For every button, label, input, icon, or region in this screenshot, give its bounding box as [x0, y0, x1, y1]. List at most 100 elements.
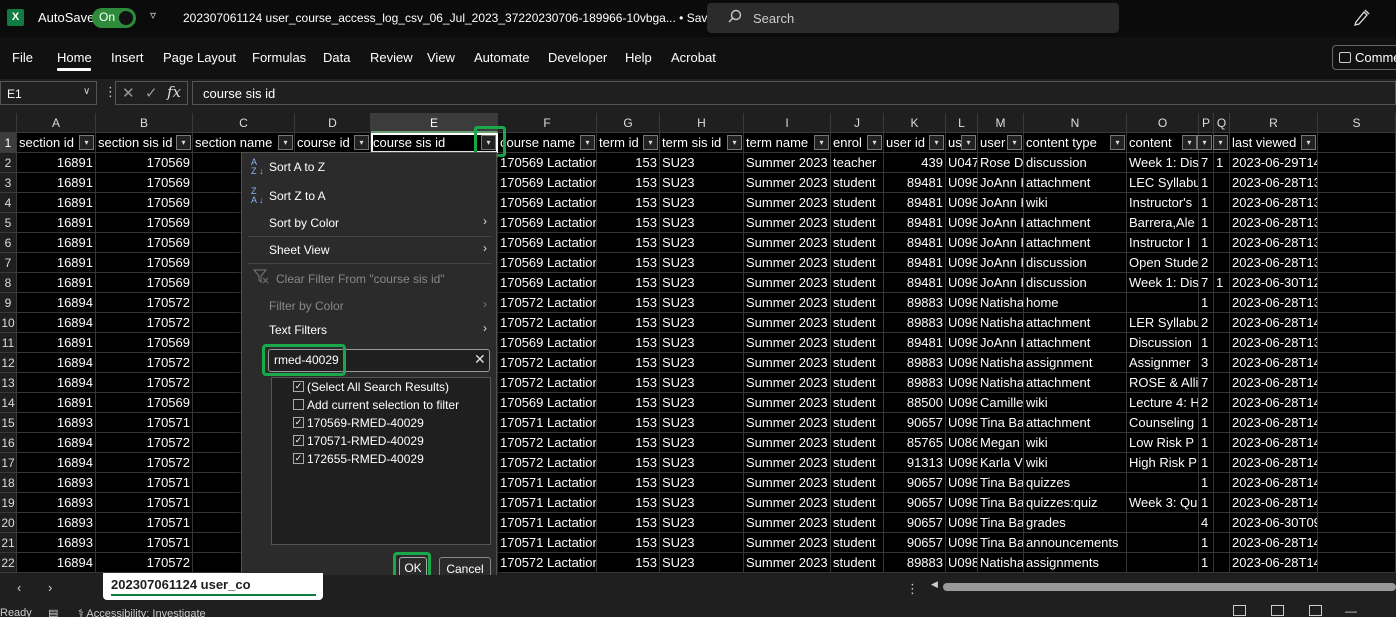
- table-cell[interactable]: 170572 Lactation: [498, 433, 597, 453]
- table-cell[interactable]: 2023-06-28T13:55:00-07:00: [1230, 253, 1318, 273]
- table-cell[interactable]: 2023-06-28T14:12:45-07:00: [1230, 553, 1318, 573]
- table-cell[interactable]: U086: [946, 433, 978, 453]
- table-cell[interactable]: 153: [597, 173, 660, 193]
- table-cell[interactable]: Summer 2023: [744, 213, 831, 233]
- row-header[interactable]: 10: [0, 313, 17, 333]
- sheet-tab-label[interactable]: 202307061124 user_co: [111, 577, 251, 592]
- table-cell[interactable]: quizzes: [1024, 473, 1127, 493]
- table-cell[interactable]: Rose De: [978, 153, 1024, 173]
- table-cell[interactable]: 170571: [96, 473, 193, 493]
- close-icon[interactable]: ✕: [474, 351, 486, 368]
- checkbox[interactable]: ✓: [293, 435, 304, 446]
- filter-dropdown-button[interactable]: ▾: [929, 135, 944, 150]
- table-cell[interactable]: 153: [597, 513, 660, 533]
- table-cell[interactable]: [1318, 473, 1396, 493]
- table-cell[interactable]: [1318, 453, 1396, 473]
- table-cell[interactable]: 2023-06-28T13:54:54-07:00: [1230, 213, 1318, 233]
- table-cell[interactable]: SU23: [660, 313, 744, 333]
- table-cell[interactable]: SU23: [660, 213, 744, 233]
- table-cell[interactable]: U098: [946, 373, 978, 393]
- table-cell[interactable]: U047: [946, 153, 978, 173]
- table-cell[interactable]: 170569 Lactation: [498, 153, 597, 173]
- filter-dropdown-button[interactable]: ▾: [1301, 135, 1316, 150]
- table-cell[interactable]: Summer 2023: [744, 373, 831, 393]
- row-header[interactable]: 13: [0, 373, 17, 393]
- table-cell[interactable]: SU23: [660, 253, 744, 273]
- table-cell[interactable]: [1214, 373, 1230, 393]
- table-cell[interactable]: 170572: [96, 353, 193, 373]
- row-header[interactable]: 9: [0, 293, 17, 313]
- table-cell[interactable]: student: [831, 313, 884, 333]
- scroll-left-icon[interactable]: ◀: [931, 579, 938, 590]
- row-header[interactable]: 4: [0, 193, 17, 213]
- table-cell[interactable]: U098: [946, 193, 978, 213]
- table-cell[interactable]: Summer 2023: [744, 453, 831, 473]
- table-cell[interactable]: SU23: [660, 173, 744, 193]
- table-cell[interactable]: 16894: [17, 313, 96, 333]
- table-cell[interactable]: student: [831, 553, 884, 573]
- table-cell[interactable]: student: [831, 433, 884, 453]
- column-header-a[interactable]: A: [17, 113, 96, 133]
- table-cell[interactable]: 2: [1199, 313, 1214, 333]
- table-cell[interactable]: assignment: [1024, 353, 1127, 373]
- table-cell[interactable]: Natisha: [978, 353, 1024, 373]
- table-cell[interactable]: Summer 2023: [744, 233, 831, 253]
- table-cell[interactable]: 1: [1214, 273, 1230, 293]
- column-header-f[interactable]: F: [498, 113, 597, 133]
- table-cell[interactable]: Natisha: [978, 373, 1024, 393]
- table-cell[interactable]: 16891: [17, 253, 96, 273]
- table-cell[interactable]: SU23: [660, 553, 744, 573]
- table-cell[interactable]: attachment: [1024, 333, 1127, 353]
- table-cell[interactable]: 2023-06-28T13:57:09-07:00: [1230, 293, 1318, 313]
- table-cell[interactable]: [1318, 353, 1396, 373]
- table-cell[interactable]: [1318, 293, 1396, 313]
- table-cell[interactable]: Open Stude: [1127, 253, 1199, 273]
- table-cell[interactable]: [1318, 333, 1396, 353]
- column-header-g[interactable]: G: [597, 113, 660, 133]
- row-header[interactable]: 14: [0, 393, 17, 413]
- table-cell[interactable]: 89481: [884, 333, 946, 353]
- table-cell[interactable]: 170572 Lactation: [498, 313, 597, 333]
- table-cell[interactable]: ROSE & Alli: [1127, 373, 1199, 393]
- table-cell[interactable]: 1: [1199, 173, 1214, 193]
- table-cell[interactable]: 7: [1199, 373, 1214, 393]
- sort-by-color[interactable]: Sort by Color: [269, 216, 339, 230]
- table-cell[interactable]: Summer 2023: [744, 193, 831, 213]
- table-cell[interactable]: student: [831, 353, 884, 373]
- header-cell[interactable]: [1318, 133, 1396, 153]
- column-header-h[interactable]: H: [660, 113, 744, 133]
- table-cell[interactable]: attachment: [1024, 373, 1127, 393]
- table-cell[interactable]: SU23: [660, 453, 744, 473]
- table-cell[interactable]: SU23: [660, 233, 744, 253]
- table-cell[interactable]: [1318, 533, 1396, 553]
- table-cell[interactable]: 170572 Lactation: [498, 353, 597, 373]
- table-cell[interactable]: wiki: [1024, 193, 1127, 213]
- table-cell[interactable]: Lecture 4: H: [1127, 393, 1199, 413]
- table-cell[interactable]: Natisha: [978, 553, 1024, 573]
- table-cell[interactable]: attachment: [1024, 413, 1127, 433]
- table-cell[interactable]: Summer 2023: [744, 273, 831, 293]
- column-header-o[interactable]: O: [1127, 113, 1199, 133]
- table-cell[interactable]: U098: [946, 353, 978, 373]
- table-cell[interactable]: 1: [1199, 433, 1214, 453]
- table-cell[interactable]: 153: [597, 493, 660, 513]
- table-cell[interactable]: [1127, 473, 1199, 493]
- table-cell[interactable]: 1: [1199, 493, 1214, 513]
- table-cell[interactable]: 2: [1199, 253, 1214, 273]
- column-header-k[interactable]: K: [884, 113, 946, 133]
- filter-by-color[interactable]: Filter by Color: [269, 299, 344, 313]
- table-cell[interactable]: SU23: [660, 193, 744, 213]
- column-header-c[interactable]: C: [193, 113, 295, 133]
- table-cell[interactable]: student: [831, 173, 884, 193]
- table-cell[interactable]: 16894: [17, 433, 96, 453]
- table-cell[interactable]: SU23: [660, 293, 744, 313]
- table-cell[interactable]: 170571 Lactation: [498, 473, 597, 493]
- table-cell[interactable]: 1: [1199, 293, 1214, 313]
- row-header[interactable]: 3: [0, 173, 17, 193]
- table-cell[interactable]: 170569 Lactation: [498, 333, 597, 353]
- table-cell[interactable]: Tina Ba: [978, 413, 1024, 433]
- table-cell[interactable]: Megan: [978, 433, 1024, 453]
- table-cell[interactable]: 170572: [96, 433, 193, 453]
- table-cell[interactable]: 170569: [96, 153, 193, 173]
- table-cell[interactable]: JoAnn K: [978, 253, 1024, 273]
